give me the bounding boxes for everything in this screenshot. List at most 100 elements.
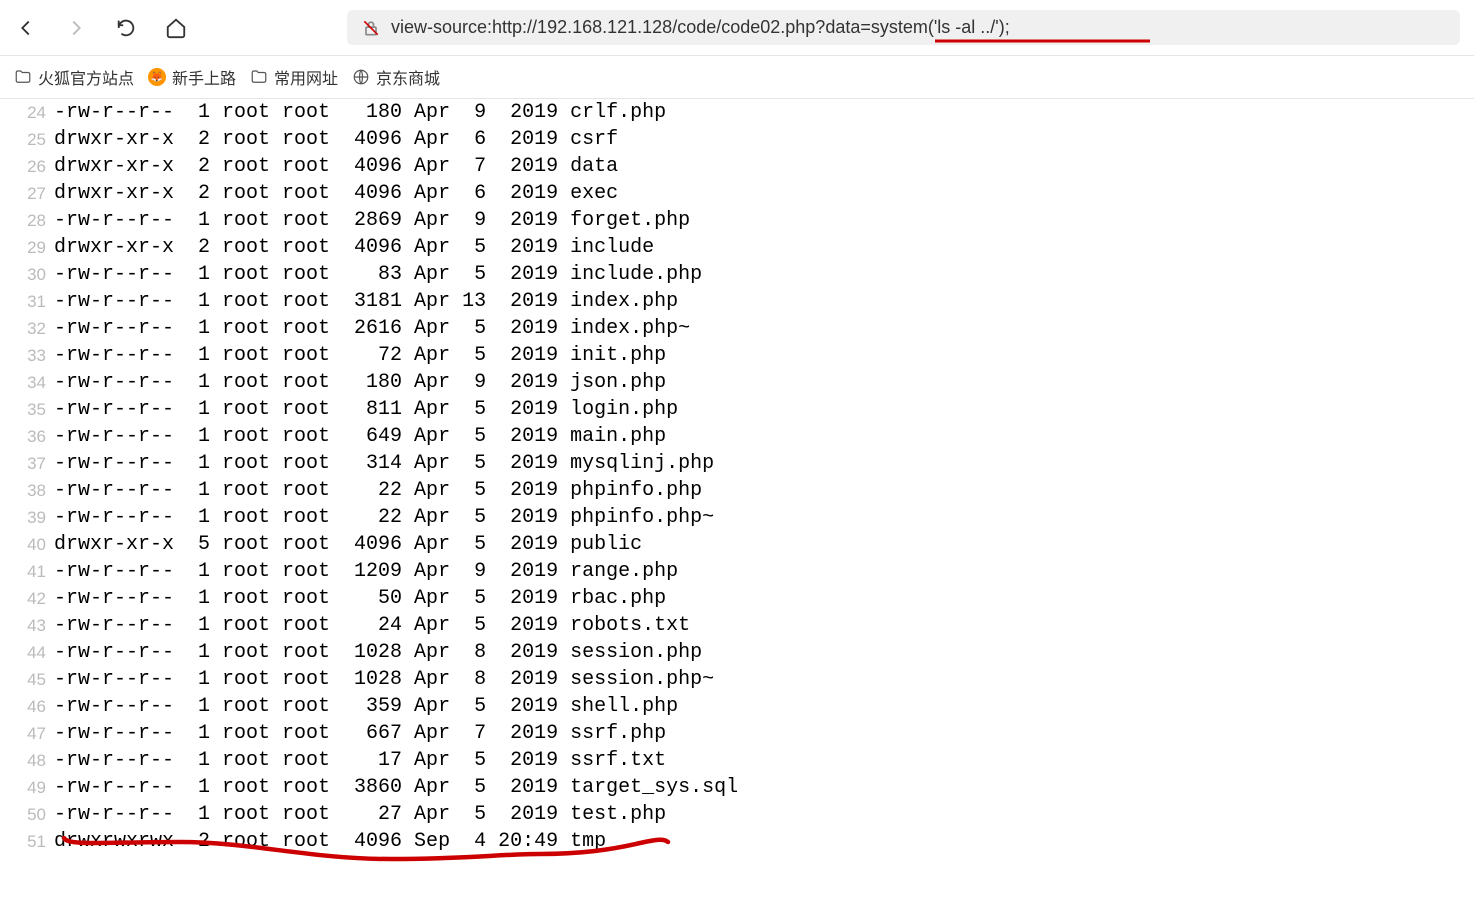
- source-line: 34-rw-r--r-- 1 root root 180 Apr 9 2019 …: [0, 369, 1474, 396]
- line-number: 44: [0, 639, 54, 666]
- source-line: 30-rw-r--r-- 1 root root 83 Apr 5 2019 i…: [0, 261, 1474, 288]
- source-line: 39-rw-r--r-- 1 root root 22 Apr 5 2019 p…: [0, 504, 1474, 531]
- source-view: 24-rw-r--r-- 1 root root 180 Apr 9 2019 …: [0, 99, 1474, 855]
- globe-icon: [352, 68, 370, 86]
- bookmarks-bar: 火狐官方站点 🦊 新手上路 常用网址京东商城: [0, 56, 1474, 99]
- source-line: 33-rw-r--r-- 1 root root 72 Apr 5 2019 i…: [0, 342, 1474, 369]
- line-content[interactable]: -rw-r--r-- 1 root root 3860 Apr 5 2019 t…: [54, 774, 738, 801]
- browser-toolbar: view-source:http://192.168.121.128/code/…: [0, 0, 1474, 56]
- line-number: 27: [0, 180, 54, 207]
- source-line: 27drwxr-xr-x 2 root root 4096 Apr 6 2019…: [0, 180, 1474, 207]
- line-number: 31: [0, 288, 54, 315]
- firefox-icon: 🦊: [148, 68, 166, 86]
- nav-buttons: [14, 16, 188, 40]
- line-number: 46: [0, 693, 54, 720]
- bookmark-label: 火狐官方站点: [38, 65, 134, 89]
- source-line: 38-rw-r--r-- 1 root root 22 Apr 5 2019 p…: [0, 477, 1474, 504]
- source-line: 43-rw-r--r-- 1 root root 24 Apr 5 2019 r…: [0, 612, 1474, 639]
- reload-button[interactable]: [114, 16, 138, 40]
- line-number: 28: [0, 207, 54, 234]
- line-number: 32: [0, 315, 54, 342]
- line-content[interactable]: drwxrwxrwx 2 root root 4096 Sep 4 20:49 …: [54, 828, 606, 855]
- line-number: 33: [0, 342, 54, 369]
- line-number: 38: [0, 477, 54, 504]
- line-content[interactable]: -rw-r--r-- 1 root root 649 Apr 5 2019 ma…: [54, 423, 666, 450]
- source-line: 44-rw-r--r-- 1 root root 1028 Apr 8 2019…: [0, 639, 1474, 666]
- source-line: 29drwxr-xr-x 2 root root 4096 Apr 5 2019…: [0, 234, 1474, 261]
- line-content[interactable]: -rw-r--r-- 1 root root 22 Apr 5 2019 php…: [54, 504, 714, 531]
- line-content[interactable]: -rw-r--r-- 1 root root 1028 Apr 8 2019 s…: [54, 666, 714, 693]
- line-content[interactable]: -rw-r--r-- 1 root root 22 Apr 5 2019 php…: [54, 477, 702, 504]
- line-content[interactable]: -rw-r--r-- 1 root root 27 Apr 5 2019 tes…: [54, 801, 666, 828]
- line-content[interactable]: drwxr-xr-x 2 root root 4096 Apr 6 2019 e…: [54, 180, 618, 207]
- source-line: 40drwxr-xr-x 5 root root 4096 Apr 5 2019…: [0, 531, 1474, 558]
- source-line: 36-rw-r--r-- 1 root root 649 Apr 5 2019 …: [0, 423, 1474, 450]
- source-line: 47-rw-r--r-- 1 root root 667 Apr 7 2019 …: [0, 720, 1474, 747]
- line-number: 39: [0, 504, 54, 531]
- line-content[interactable]: -rw-r--r-- 1 root root 314 Apr 5 2019 my…: [54, 450, 714, 477]
- line-content[interactable]: -rw-r--r-- 1 root root 2869 Apr 9 2019 f…: [54, 207, 690, 234]
- line-content[interactable]: -rw-r--r-- 1 root root 2616 Apr 5 2019 i…: [54, 315, 690, 342]
- line-number: 43: [0, 612, 54, 639]
- line-number: 47: [0, 720, 54, 747]
- insecure-lock-icon: [361, 18, 381, 38]
- forward-button[interactable]: [64, 16, 88, 40]
- url-bar[interactable]: view-source:http://192.168.121.128/code/…: [347, 10, 1460, 45]
- source-line: 32-rw-r--r-- 1 root root 2616 Apr 5 2019…: [0, 315, 1474, 342]
- bookmark-label: 常用网址: [274, 65, 338, 89]
- source-line: 37-rw-r--r-- 1 root root 314 Apr 5 2019 …: [0, 450, 1474, 477]
- bookmark-item[interactable]: 火狐官方站点: [14, 65, 134, 89]
- url-underline-annotation: [935, 38, 1150, 46]
- bookmark-label: 新手上路: [172, 65, 236, 89]
- line-number: 42: [0, 585, 54, 612]
- line-content[interactable]: -rw-r--r-- 1 root root 811 Apr 5 2019 lo…: [54, 396, 678, 423]
- source-line: 45-rw-r--r-- 1 root root 1028 Apr 8 2019…: [0, 666, 1474, 693]
- line-number: 34: [0, 369, 54, 396]
- line-content[interactable]: -rw-r--r-- 1 root root 1028 Apr 8 2019 s…: [54, 639, 702, 666]
- source-line: 24-rw-r--r-- 1 root root 180 Apr 9 2019 …: [0, 99, 1474, 126]
- line-number: 40: [0, 531, 54, 558]
- back-button[interactable]: [14, 16, 38, 40]
- bookmark-item[interactable]: 常用网址: [250, 65, 338, 89]
- line-content[interactable]: -rw-r--r-- 1 root root 72 Apr 5 2019 ini…: [54, 342, 666, 369]
- line-content[interactable]: -rw-r--r-- 1 root root 24 Apr 5 2019 rob…: [54, 612, 690, 639]
- source-line: 46-rw-r--r-- 1 root root 359 Apr 5 2019 …: [0, 693, 1474, 720]
- line-content[interactable]: -rw-r--r-- 1 root root 180 Apr 9 2019 js…: [54, 369, 666, 396]
- line-number: 50: [0, 801, 54, 828]
- home-icon: [165, 17, 187, 39]
- source-line: 35-rw-r--r-- 1 root root 811 Apr 5 2019 …: [0, 396, 1474, 423]
- line-number: 48: [0, 747, 54, 774]
- line-number: 51: [0, 828, 54, 855]
- line-content[interactable]: -rw-r--r-- 1 root root 50 Apr 5 2019 rba…: [54, 585, 666, 612]
- line-number: 26: [0, 153, 54, 180]
- line-number: 45: [0, 666, 54, 693]
- source-line: 49-rw-r--r-- 1 root root 3860 Apr 5 2019…: [0, 774, 1474, 801]
- line-content[interactable]: drwxr-xr-x 2 root root 4096 Apr 5 2019 i…: [54, 234, 654, 261]
- line-content[interactable]: -rw-r--r-- 1 root root 83 Apr 5 2019 inc…: [54, 261, 702, 288]
- line-content[interactable]: drwxr-xr-x 2 root root 4096 Apr 7 2019 d…: [54, 153, 618, 180]
- line-content[interactable]: -rw-r--r-- 1 root root 180 Apr 9 2019 cr…: [54, 99, 666, 126]
- source-line: 31-rw-r--r-- 1 root root 3181 Apr 13 201…: [0, 288, 1474, 315]
- line-number: 37: [0, 450, 54, 477]
- line-content[interactable]: -rw-r--r-- 1 root root 1209 Apr 9 2019 r…: [54, 558, 678, 585]
- home-button[interactable]: [164, 16, 188, 40]
- reload-icon: [115, 17, 137, 39]
- line-content[interactable]: -rw-r--r-- 1 root root 359 Apr 5 2019 sh…: [54, 693, 678, 720]
- line-content[interactable]: -rw-r--r-- 1 root root 667 Apr 7 2019 ss…: [54, 720, 666, 747]
- line-content[interactable]: drwxr-xr-x 5 root root 4096 Apr 5 2019 p…: [54, 531, 642, 558]
- line-number: 41: [0, 558, 54, 585]
- source-line: 41-rw-r--r-- 1 root root 1209 Apr 9 2019…: [0, 558, 1474, 585]
- source-line: 28-rw-r--r-- 1 root root 2869 Apr 9 2019…: [0, 207, 1474, 234]
- line-content[interactable]: -rw-r--r-- 1 root root 3181 Apr 13 2019 …: [54, 288, 678, 315]
- bookmark-item[interactable]: 京东商城: [352, 65, 440, 89]
- source-line: 42-rw-r--r-- 1 root root 50 Apr 5 2019 r…: [0, 585, 1474, 612]
- line-number: 36: [0, 423, 54, 450]
- url-text[interactable]: view-source:http://192.168.121.128/code/…: [391, 17, 1010, 38]
- folder-icon: [250, 68, 268, 86]
- source-line: 50-rw-r--r-- 1 root root 27 Apr 5 2019 t…: [0, 801, 1474, 828]
- line-content[interactable]: -rw-r--r-- 1 root root 17 Apr 5 2019 ssr…: [54, 747, 666, 774]
- line-number: 35: [0, 396, 54, 423]
- bookmark-item[interactable]: 🦊 新手上路: [148, 65, 236, 89]
- arrow-right-icon: [65, 17, 87, 39]
- line-content[interactable]: drwxr-xr-x 2 root root 4096 Apr 6 2019 c…: [54, 126, 618, 153]
